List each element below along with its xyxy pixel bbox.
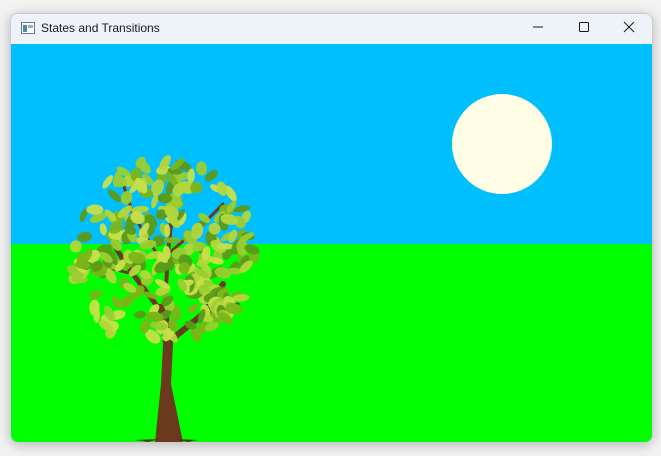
minimize-icon [532,20,544,38]
leaf [77,231,93,243]
leaf [188,303,199,313]
leaf [196,161,208,176]
leaf [134,311,146,319]
tree [67,155,260,442]
sun [452,94,552,194]
title-bar[interactable]: States and Transitions [11,14,652,44]
leaf [164,224,171,238]
leaf [93,307,100,323]
minimize-button[interactable] [515,14,561,44]
window-title: States and Transitions [41,21,160,35]
leaf [107,189,122,203]
tree-foliage [67,155,260,344]
leaf [88,290,102,300]
maximize-button[interactable] [561,14,607,44]
app-window-icon [21,21,35,35]
close-icon [623,20,635,38]
app-window: States and Transitions [10,13,653,443]
leaf [163,237,182,244]
maximize-icon [578,20,590,38]
scene-canvas [11,44,652,442]
leaf [102,175,114,189]
close-button[interactable] [606,14,652,44]
